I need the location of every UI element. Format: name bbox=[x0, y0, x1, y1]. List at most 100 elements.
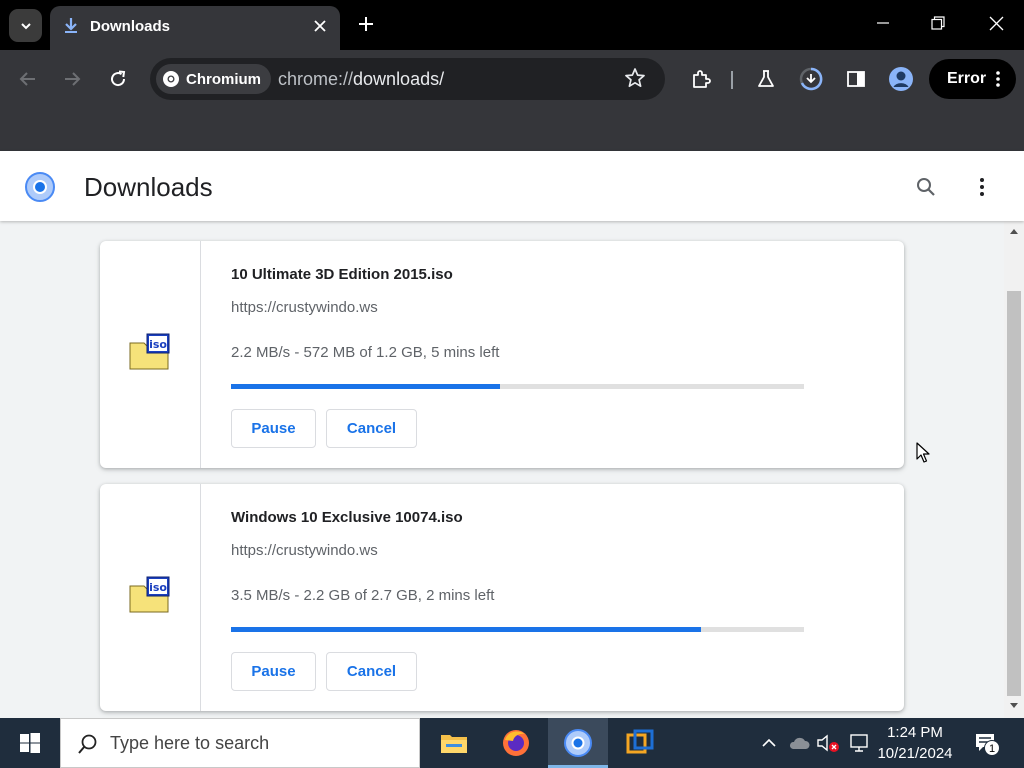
taskbar-file-explorer[interactable] bbox=[424, 718, 484, 768]
downloads-header: Downloads bbox=[0, 151, 1024, 221]
more-actions-button[interactable] bbox=[968, 173, 996, 201]
url-text[interactable]: chrome://downloads/ bbox=[278, 69, 444, 90]
firefox-icon bbox=[503, 730, 529, 756]
reload-icon bbox=[111, 70, 126, 87]
cancel-button[interactable]: Cancel bbox=[326, 409, 417, 448]
site-info-chip[interactable]: Chromium bbox=[156, 64, 271, 94]
bookmark-star-icon[interactable] bbox=[624, 67, 646, 94]
download-progress-icon bbox=[799, 67, 823, 91]
new-tab-button[interactable] bbox=[352, 10, 380, 38]
clock-time: 1:24 PM bbox=[887, 724, 943, 741]
url-scheme: chrome:// bbox=[278, 69, 354, 89]
url-path: downloads/ bbox=[353, 69, 445, 89]
close-icon bbox=[989, 16, 1003, 30]
chromium-logo-icon bbox=[25, 172, 55, 202]
minimize-button[interactable] bbox=[868, 8, 898, 38]
tab-search-button[interactable] bbox=[9, 9, 42, 42]
restore-button[interactable] bbox=[923, 8, 953, 38]
minimize-icon bbox=[877, 22, 889, 24]
page-scrollbar[interactable] bbox=[1004, 221, 1024, 718]
labs-button[interactable] bbox=[751, 64, 781, 94]
taskbar-chromium[interactable] bbox=[548, 718, 608, 768]
progress-bar bbox=[231, 627, 804, 632]
cancel-button[interactable]: Cancel bbox=[326, 652, 417, 691]
side-panel-icon bbox=[847, 71, 865, 87]
tab-title: Downloads bbox=[90, 18, 171, 35]
chevron-down-icon bbox=[20, 22, 31, 29]
scroll-down-arrow-icon[interactable] bbox=[1009, 702, 1019, 710]
tab-downloads[interactable]: Downloads bbox=[50, 6, 340, 50]
scroll-up-arrow-icon[interactable] bbox=[1009, 227, 1019, 235]
tab-strip: Downloads bbox=[0, 0, 1024, 50]
svg-text:iso: iso bbox=[149, 581, 167, 594]
address-bar[interactable]: Chromium chrome://downloads/ bbox=[150, 58, 665, 100]
browser-toolbar: Chromium chrome://downloads/ Error bbox=[0, 50, 1024, 108]
scrollbar-thumb[interactable] bbox=[1007, 291, 1021, 696]
network-icon bbox=[850, 734, 868, 752]
flask-icon bbox=[758, 70, 774, 87]
downloads-list: iso 10 Ultimate 3D Edition 2015.iso http… bbox=[0, 221, 1004, 718]
tray-overflow-button[interactable] bbox=[756, 718, 782, 768]
profile-error-button[interactable]: Error bbox=[929, 59, 1016, 99]
downloads-button[interactable] bbox=[796, 64, 826, 94]
source-url[interactable]: https://crustywindo.ws bbox=[231, 299, 378, 316]
more-vert-icon bbox=[996, 71, 1000, 92]
virtualbox-icon bbox=[626, 729, 654, 754]
download-icon bbox=[63, 17, 79, 40]
taskbar-clock[interactable]: 1:24 PM 10/21/2024 bbox=[872, 722, 958, 764]
toolbar-divider bbox=[731, 71, 733, 89]
puzzle-icon bbox=[693, 70, 711, 88]
mouse-pointer-icon bbox=[916, 442, 930, 463]
search-placeholder: Type here to search bbox=[110, 733, 270, 753]
iso-file-icon: iso bbox=[129, 576, 170, 613]
extensions-button[interactable] bbox=[686, 64, 716, 94]
tray-onedrive[interactable] bbox=[786, 718, 812, 768]
windows-logo-icon bbox=[20, 733, 40, 753]
reload-button[interactable] bbox=[103, 64, 133, 94]
svg-text:iso: iso bbox=[149, 338, 167, 351]
progress-fill bbox=[231, 384, 501, 389]
page-title: Downloads bbox=[84, 172, 213, 202]
avatar-icon bbox=[889, 67, 913, 91]
notification-center-button[interactable]: 1 bbox=[968, 718, 1002, 768]
file-name-link[interactable]: 10 Ultimate 3D Edition 2015.iso bbox=[231, 266, 453, 283]
progress-bar bbox=[231, 384, 804, 389]
search-downloads-button[interactable] bbox=[912, 173, 940, 201]
clock-date: 10/21/2024 bbox=[877, 745, 953, 762]
search-icon bbox=[917, 178, 935, 196]
taskbar-virtualbox[interactable] bbox=[610, 718, 670, 768]
chevron-up-icon bbox=[762, 738, 776, 747]
cloud-icon bbox=[789, 737, 810, 749]
pause-button[interactable]: Pause bbox=[231, 409, 316, 448]
chromium-icon bbox=[564, 729, 592, 757]
taskbar-firefox[interactable] bbox=[486, 718, 546, 768]
taskbar-search-box[interactable]: Type here to search bbox=[60, 718, 420, 768]
tray-volume[interactable] bbox=[814, 718, 842, 768]
back-arrow-icon bbox=[19, 72, 35, 86]
toolbar-spacer bbox=[0, 108, 1024, 151]
back-button[interactable] bbox=[13, 64, 43, 94]
plus-icon bbox=[359, 17, 373, 31]
forward-button[interactable] bbox=[57, 64, 87, 94]
side-panel-button[interactable] bbox=[841, 64, 871, 94]
source-url[interactable]: https://crustywindo.ws bbox=[231, 542, 378, 559]
close-window-button[interactable] bbox=[981, 8, 1011, 38]
progress-fill bbox=[231, 627, 701, 632]
download-status: 2.2 MB/s - 572 MB of 1.2 GB, 5 mins left bbox=[231, 344, 500, 361]
download-status: 3.5 MB/s - 2.2 GB of 2.7 GB, 2 mins left bbox=[231, 587, 495, 604]
restore-icon bbox=[931, 16, 945, 30]
pause-button[interactable]: Pause bbox=[231, 652, 316, 691]
site-chip-label: Chromium bbox=[186, 70, 261, 88]
taskbar: Type here to search 1:24 PM 10/21/2024 1 bbox=[0, 718, 1024, 768]
file-explorer-icon bbox=[441, 735, 467, 753]
file-name-link[interactable]: Windows 10 Exclusive 10074.iso bbox=[231, 509, 463, 526]
tray-network[interactable] bbox=[846, 718, 872, 768]
download-item: iso 10 Ultimate 3D Edition 2015.iso http… bbox=[100, 241, 904, 468]
profile-button[interactable] bbox=[886, 64, 916, 94]
error-label: Error bbox=[947, 70, 987, 87]
close-tab-icon[interactable] bbox=[310, 16, 330, 36]
download-item: iso Windows 10 Exclusive 10074.iso https… bbox=[100, 484, 904, 711]
forward-arrow-icon bbox=[65, 72, 81, 86]
start-button[interactable] bbox=[0, 718, 60, 768]
more-vert-icon bbox=[980, 178, 984, 196]
